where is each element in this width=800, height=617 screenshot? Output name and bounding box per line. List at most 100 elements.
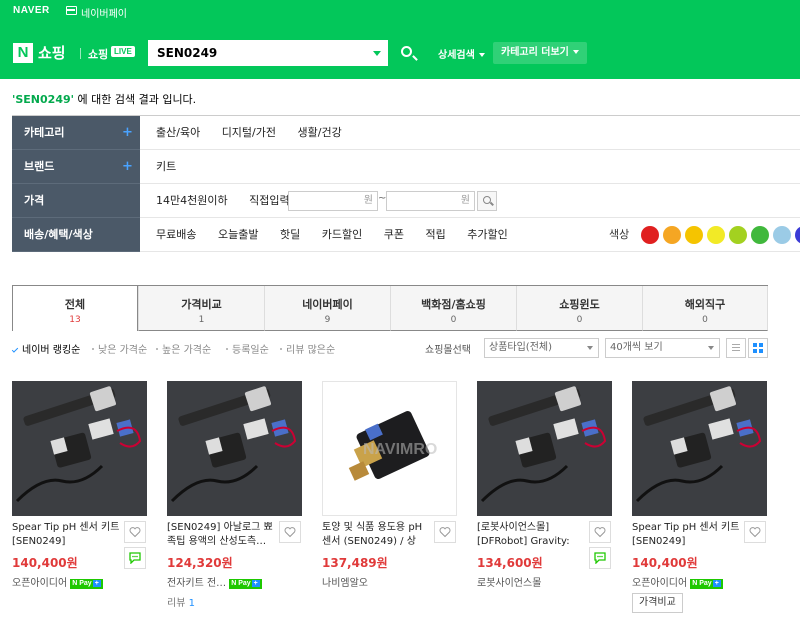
shopping-logo-icon[interactable]: N xyxy=(13,43,33,63)
result-tabs: 전체 13 가격비교 1 네이버페이 9 백화점/홈쇼핑 0 쇼핑윈도 0 해외… xyxy=(12,285,768,331)
expand-plus-icon[interactable]: + xyxy=(122,150,133,184)
mall-select-button[interactable]: 쇼핑몰선택 xyxy=(425,341,471,356)
filter-option[interactable]: 쿠폰 xyxy=(384,218,404,252)
filter-panel: 카테고리 + 출산/육아 디지털/가전 생활/건강 브랜드 + 키트 가격 14… xyxy=(12,115,800,252)
sort-high-price[interactable]: 높은 가격순 xyxy=(156,341,211,356)
product-title[interactable]: [로봇사이언스몰][DFRobot] Gravity: Analog Sp… xyxy=(477,521,589,549)
filter-label: 브랜드 xyxy=(24,160,55,173)
seller-name[interactable]: 오픈아이디어 N Pay + xyxy=(12,574,103,589)
naverpay-link[interactable]: 네이버페이 xyxy=(81,5,127,20)
color-swatch-blue[interactable] xyxy=(795,226,800,244)
tab-price-compare[interactable]: 가격비교 1 xyxy=(138,286,264,331)
color-swatch-gold[interactable] xyxy=(685,226,703,244)
product-title[interactable]: Spear Tip pH 센서 키트 [SEN0249] xyxy=(632,521,744,549)
grid-cell xyxy=(753,343,757,347)
product-price: 140,400원 xyxy=(632,556,698,570)
live-badge[interactable]: LIVE xyxy=(111,46,135,57)
header: N 쇼핑 쇼핑 LIVE 상세검색 카테고리 더보기 xyxy=(0,24,800,79)
review-count[interactable]: 리뷰 1 xyxy=(167,594,195,609)
per-page-select[interactable]: 40개씩 보기 xyxy=(605,338,720,358)
bullet-icon xyxy=(226,348,228,350)
product-image[interactable] xyxy=(12,381,147,516)
npay-pay: Pay xyxy=(79,580,92,587)
search-button[interactable] xyxy=(390,40,426,66)
price-search-button[interactable] xyxy=(477,191,497,211)
tab-label: 네이버페이 xyxy=(302,298,353,311)
filter-row-price: 가격 14만4천원이하 직접입력 원 ~ 원 xyxy=(12,184,800,218)
talk-button[interactable] xyxy=(124,547,146,569)
npay-badge: N Pay + xyxy=(229,579,262,589)
review-number: 1 xyxy=(188,598,195,609)
wishlist-button[interactable] xyxy=(589,521,611,543)
expand-plus-icon[interactable]: + xyxy=(122,116,133,150)
sort-label: 등록일순 xyxy=(232,345,269,356)
product-type-select[interactable]: 상품타입(전체) xyxy=(484,338,599,358)
search-input[interactable] xyxy=(149,41,369,65)
seller-name[interactable]: 나비엠알오 xyxy=(322,574,368,589)
color-swatch-orange[interactable] xyxy=(663,226,681,244)
filter-head-category[interactable]: 카테고리 xyxy=(12,116,140,150)
talk-button[interactable] xyxy=(589,547,611,569)
filter-option[interactable]: 생활/건강 xyxy=(298,116,342,150)
sort-ranking[interactable]: 네이버 랭킹순 xyxy=(11,341,80,356)
wishlist-button[interactable] xyxy=(124,521,146,543)
select-value: 상품타입(전체) xyxy=(489,342,553,353)
sort-label: 낮은 가격순 xyxy=(98,345,148,356)
sort-date[interactable]: 등록일순 xyxy=(226,341,269,356)
color-swatch-yellow[interactable] xyxy=(707,226,725,244)
heart-icon xyxy=(284,527,296,538)
filter-head-brand[interactable]: 브랜드 xyxy=(12,150,140,184)
filter-option[interactable]: 추가할인 xyxy=(467,218,507,252)
shopping-logo-text[interactable]: 쇼핑 xyxy=(38,42,66,63)
list-view-icon[interactable] xyxy=(726,338,746,358)
naver-logo[interactable]: NAVER xyxy=(13,5,50,16)
filter-option[interactable]: 카드할인 xyxy=(322,218,362,252)
product-image[interactable] xyxy=(477,381,612,516)
naverpay-icon[interactable] xyxy=(66,6,77,15)
logo-divider xyxy=(80,48,81,59)
tab-label: 가격비교 xyxy=(181,298,222,311)
product-title[interactable]: Spear Tip pH 센서 키트 [SEN0249] xyxy=(12,521,124,549)
sort-low-price[interactable]: 낮은 가격순 xyxy=(92,341,147,356)
search-icon xyxy=(483,196,491,204)
price-compare-button[interactable]: 가격비교 xyxy=(632,593,683,613)
product-image[interactable]: NAVIMRO xyxy=(322,381,457,516)
grid-view-icon[interactable] xyxy=(748,338,768,358)
product-title[interactable]: 토양 및 식품 용도용 pH 센서 (SEN0249) / 상품… xyxy=(322,521,434,549)
filter-option[interactable]: 디지털/가전 xyxy=(222,116,276,150)
filter-option[interactable]: 출산/육아 xyxy=(156,116,200,150)
sort-review[interactable]: 리뷰 많은순 xyxy=(280,341,335,356)
filter-option[interactable]: 오늘출발 xyxy=(218,218,258,252)
seller-name[interactable]: 전자키트 전… N Pay + xyxy=(167,574,262,589)
product-image[interactable] xyxy=(167,381,302,516)
tab-overseas[interactable]: 해외직구 0 xyxy=(642,286,768,331)
filter-option[interactable]: 무료배송 xyxy=(156,218,196,252)
shopping-live-link[interactable]: 쇼핑 xyxy=(88,46,108,62)
autocomplete-toggle-icon[interactable] xyxy=(373,51,381,56)
color-swatch-green[interactable] xyxy=(751,226,769,244)
price-from-input[interactable]: 원 xyxy=(288,191,378,211)
grid-cell xyxy=(759,349,763,353)
wishlist-button[interactable] xyxy=(434,521,456,543)
color-swatch-lime[interactable] xyxy=(729,226,747,244)
seller-name[interactable]: 로봇사이언스몰 xyxy=(477,574,541,589)
tab-all[interactable]: 전체 13 xyxy=(12,285,138,331)
filter-option[interactable]: 키트 xyxy=(156,150,176,184)
filter-row-category: 카테고리 + 출산/육아 디지털/가전 생활/건강 xyxy=(12,116,800,150)
tab-shopping-window[interactable]: 쇼핑윈도 0 xyxy=(516,286,642,331)
price-preset[interactable]: 14만4천원이하 xyxy=(156,184,228,218)
product-title[interactable]: [SEN0249] 아날로그 뾰족팁 용액의 산성도측… xyxy=(167,521,279,549)
category-more-button[interactable]: 카테고리 더보기 xyxy=(493,42,587,64)
filter-option[interactable]: 적립 xyxy=(425,218,445,252)
wishlist-button[interactable] xyxy=(744,521,766,543)
seller-name[interactable]: 오픈아이디어 N Pay + xyxy=(632,574,723,589)
product-image[interactable] xyxy=(632,381,767,516)
tab-naverpay[interactable]: 네이버페이 9 xyxy=(264,286,390,331)
price-to-input[interactable]: 원 xyxy=(386,191,475,211)
color-swatch-red[interactable] xyxy=(641,226,659,244)
filter-option[interactable]: 핫딜 xyxy=(280,218,300,252)
tab-department-store[interactable]: 백화점/홈쇼핑 0 xyxy=(390,286,516,331)
detail-search-button[interactable]: 상세검색 xyxy=(438,46,485,61)
wishlist-button[interactable] xyxy=(279,521,301,543)
color-swatch-skyblue[interactable] xyxy=(773,226,791,244)
